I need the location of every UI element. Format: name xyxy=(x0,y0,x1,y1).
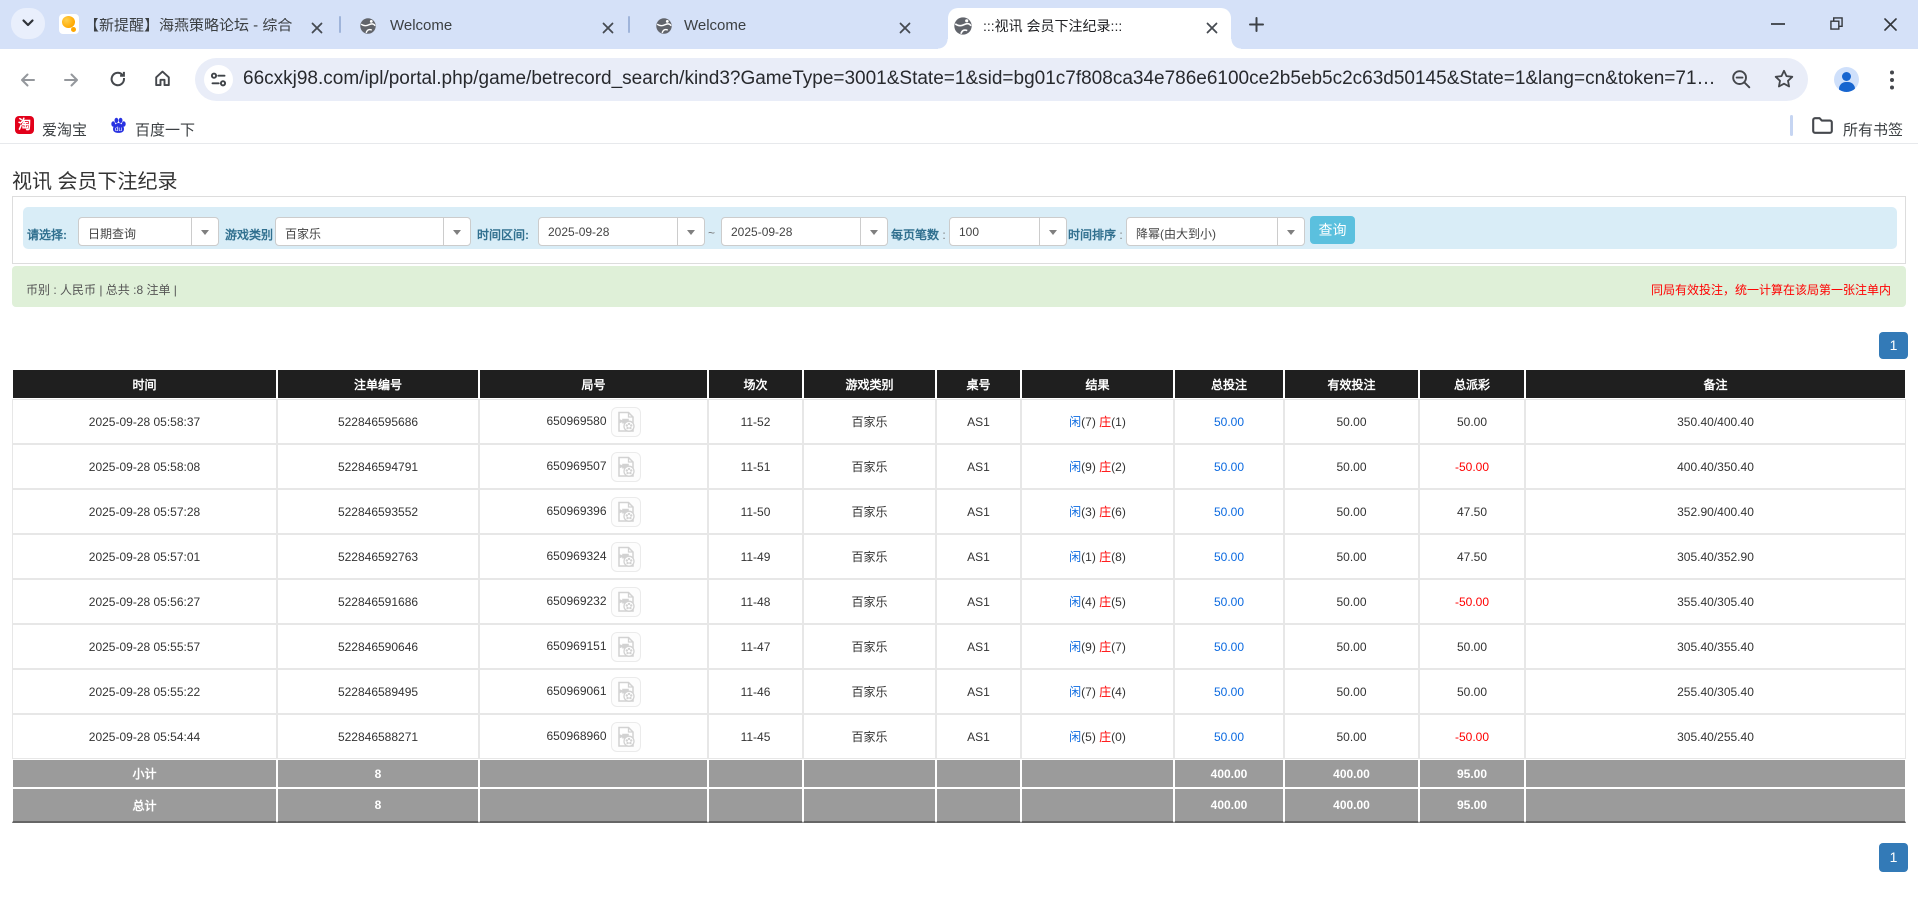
svg-text:du: du xyxy=(115,126,123,133)
